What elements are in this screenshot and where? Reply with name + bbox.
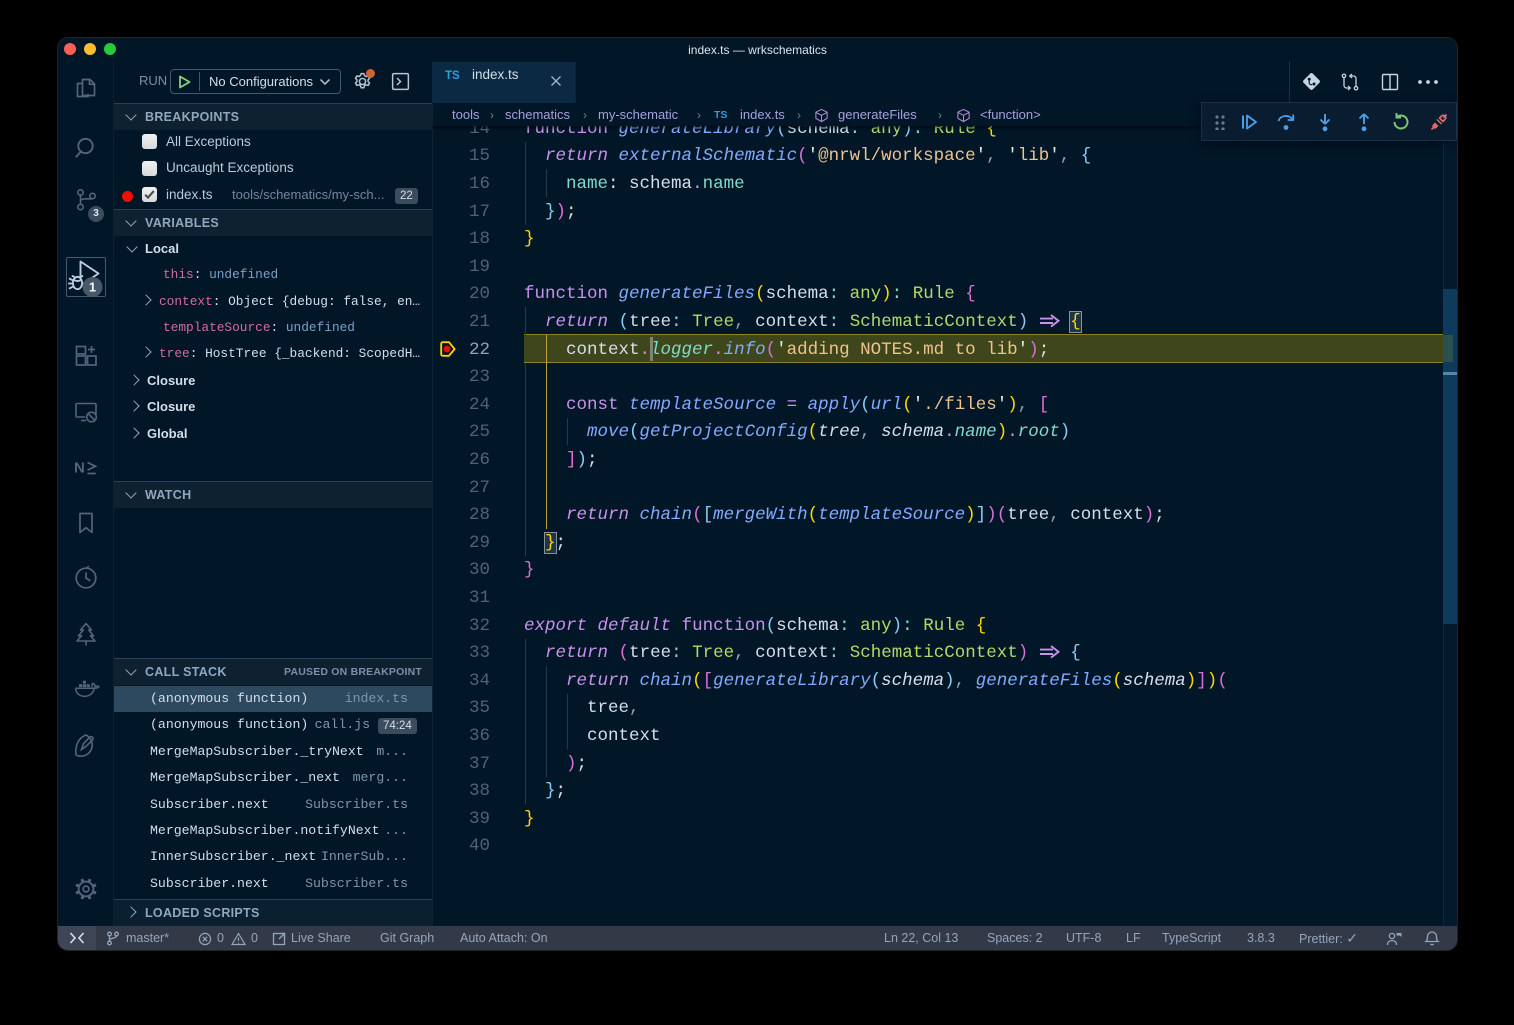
svg-text:N: N bbox=[74, 460, 85, 477]
svg-text:1: 1 bbox=[89, 280, 96, 295]
